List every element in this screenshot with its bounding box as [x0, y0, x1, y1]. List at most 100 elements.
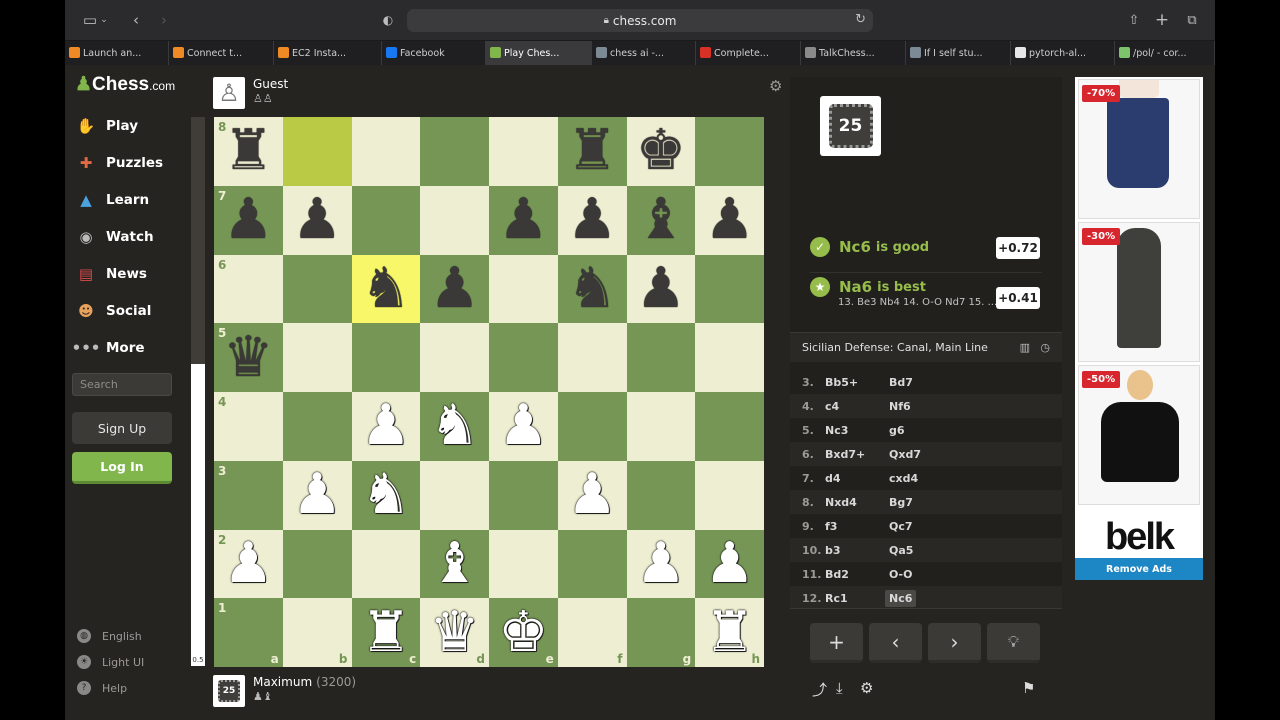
square-f8[interactable]: ♜: [557, 117, 627, 186]
black-move[interactable]: O-O: [889, 568, 912, 581]
previous-move-button[interactable]: ‹: [869, 623, 922, 663]
black-pawn-piece[interactable]: ♟: [705, 192, 755, 248]
square-h4[interactable]: [695, 392, 764, 461]
sidebar-item-puzzles[interactable]: ✚ Puzzles: [75, 148, 163, 178]
square-f1[interactable]: f: [557, 598, 627, 667]
black-move[interactable]: Nf6: [889, 400, 911, 413]
white-pawn-piece[interactable]: ♟: [292, 467, 342, 523]
square-f7[interactable]: ♟: [557, 185, 627, 255]
square-b7[interactable]: ♟: [282, 185, 352, 255]
square-d1[interactable]: d ♛: [420, 598, 489, 667]
browser-tab[interactable]: pytorch-al...: [1011, 41, 1115, 65]
square-c8[interactable]: [351, 117, 421, 186]
black-move[interactable]: Qa5: [889, 544, 913, 557]
black-knight-piece[interactable]: ♞: [567, 260, 617, 317]
square-a6[interactable]: 6: [214, 254, 283, 324]
chess-logo[interactable]: ♟Chess.com: [75, 73, 175, 96]
white-rook-piece[interactable]: ♜: [705, 604, 755, 661]
white-knight-piece[interactable]: ♞: [430, 398, 480, 454]
square-e4[interactable]: ♟: [489, 392, 558, 461]
share-icon[interactable]: ⇧: [1121, 8, 1147, 32]
white-move[interactable]: f3: [825, 520, 837, 533]
square-c4[interactable]: ♟: [351, 392, 421, 461]
white-pawn-piece[interactable]: ♟: [498, 398, 548, 454]
square-c6[interactable]: ♞: [351, 254, 421, 324]
browser-tab[interactable]: EC2 Insta...: [274, 41, 382, 65]
white-move[interactable]: Bb5+: [825, 376, 858, 389]
black-move[interactable]: g6: [889, 424, 905, 437]
square-g4[interactable]: [626, 392, 696, 461]
square-f5[interactable]: [557, 323, 627, 392]
square-d3[interactable]: [420, 460, 489, 530]
sidebar-item-social[interactable]: ☻ Social: [75, 296, 151, 326]
sidebar-item-play[interactable]: ✋ Play: [75, 111, 138, 141]
top-player-name[interactable]: Guest: [253, 77, 288, 91]
square-h5[interactable]: [695, 323, 764, 392]
square-a1[interactable]: 1a: [214, 598, 283, 667]
square-b4[interactable]: [282, 392, 352, 461]
square-c1[interactable]: c ♜: [351, 598, 421, 667]
white-bishop-piece[interactable]: ♝: [430, 535, 480, 592]
white-pawn-piece[interactable]: ♟: [636, 535, 686, 592]
black-move[interactable]: Qc7: [889, 520, 913, 533]
white-queen-piece[interactable]: ♛: [430, 604, 480, 661]
browser-tab[interactable]: Play Ches...: [486, 41, 592, 65]
square-d2[interactable]: ♝: [420, 529, 489, 599]
square-d5[interactable]: [420, 323, 489, 392]
black-move[interactable]: Qxd7: [889, 448, 921, 461]
next-move-button[interactable]: ›: [928, 623, 981, 663]
white-king-piece[interactable]: ♚: [498, 604, 548, 661]
square-g7[interactable]: ♝: [626, 185, 696, 255]
sidebar-item-learn[interactable]: ▲ Learn: [75, 185, 149, 215]
black-rook-piece[interactable]: ♜: [567, 123, 617, 179]
square-h2[interactable]: ♟: [695, 529, 764, 599]
share-icon[interactable]: ⤴: [812, 679, 827, 700]
black-pawn-piece[interactable]: ♟: [223, 192, 273, 248]
sign-up-button[interactable]: Sign Up: [72, 412, 172, 444]
footer-item-help[interactable]: ? Help: [77, 679, 127, 697]
square-c5[interactable]: [351, 323, 421, 392]
square-d7[interactable]: [420, 185, 489, 255]
browser-tab[interactable]: Launch an...: [65, 41, 169, 65]
square-c7[interactable]: [351, 185, 421, 255]
black-pawn-piece[interactable]: ♟: [636, 260, 686, 317]
square-e2[interactable]: [489, 529, 558, 599]
square-b1[interactable]: b: [282, 598, 352, 667]
best-line[interactable]: 13. Be3 Nb4 14. O-O Nd7 15. ...: [838, 297, 997, 308]
sidebar-item-news[interactable]: ▤ News: [75, 259, 147, 289]
engine-card[interactable]: 25: [820, 96, 881, 156]
black-knight-piece[interactable]: ♞: [361, 260, 411, 317]
search-input[interactable]: Search: [72, 373, 172, 396]
footer-item-light-ui[interactable]: ☀ Light UI: [77, 653, 144, 671]
white-move[interactable]: c4: [825, 400, 839, 413]
square-h6[interactable]: [695, 254, 764, 324]
browser-tab[interactable]: Facebook: [382, 41, 486, 65]
sidebar-item-watch[interactable]: ◉ Watch: [75, 222, 153, 252]
reload-icon[interactable]: ↻: [855, 12, 866, 27]
sidebar-item-more[interactable]: ••• More: [72, 333, 145, 363]
square-f4[interactable]: [557, 392, 627, 461]
white-rook-piece[interactable]: ♜: [361, 604, 411, 661]
square-a5[interactable]: 5 ♛: [214, 323, 283, 392]
tab-overview-icon[interactable]: ⧉: [1179, 8, 1205, 32]
square-b5[interactable]: [282, 323, 352, 392]
new-tab-icon[interactable]: +: [1149, 8, 1175, 32]
square-g3[interactable]: [626, 460, 696, 530]
white-move[interactable]: Bd2: [825, 568, 849, 581]
shield-icon[interactable]: ◐: [375, 8, 401, 32]
browser-tab[interactable]: TalkChess...: [801, 41, 906, 65]
white-move[interactable]: Nc3: [825, 424, 848, 437]
square-c2[interactable]: [351, 529, 421, 599]
settings-icon[interactable]: ⚙: [860, 679, 873, 697]
advertisement[interactable]: ▷✕ -70% -30% -50% belk Remove Ads: [1075, 77, 1203, 580]
square-e3[interactable]: [489, 460, 558, 530]
add-icon[interactable]: +: [810, 623, 863, 663]
square-d4[interactable]: ♞: [420, 392, 489, 461]
black-pawn-piece[interactable]: ♟: [567, 192, 617, 248]
black-move[interactable]: Bd7: [889, 376, 913, 389]
black-pawn-piece[interactable]: ♟: [498, 192, 548, 248]
bottom-player-name[interactable]: Maximum: [253, 675, 312, 689]
resign-flag-icon[interactable]: ⚑: [1022, 679, 1035, 697]
square-c3[interactable]: ♞: [351, 460, 421, 530]
white-pawn-piece[interactable]: ♟: [361, 398, 411, 454]
